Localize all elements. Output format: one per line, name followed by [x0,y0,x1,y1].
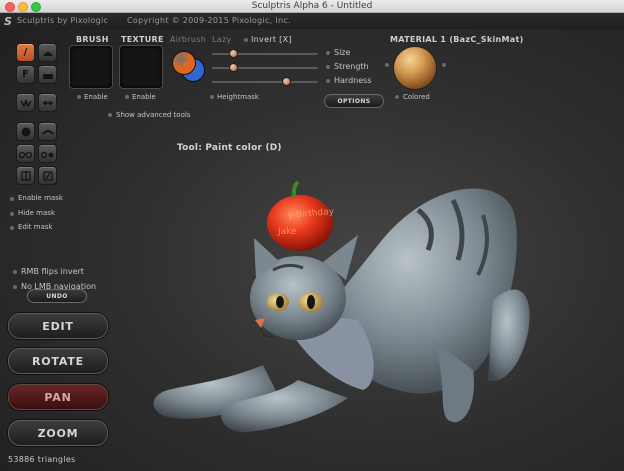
tool-scale-button[interactable] [16,144,35,163]
tool-draw-button[interactable] [38,166,57,185]
hide-mask-toggle[interactable] [9,211,15,217]
material-preview-sphere[interactable] [393,46,437,90]
size-slider-track [212,53,318,55]
sculptris-window: Sculptris Alpha 6 - Untitled S Sculptris… [0,0,624,471]
edit-mask-toggle[interactable] [9,225,15,231]
tool-paint-button[interactable]: / [16,43,35,62]
fill-icon [42,73,53,79]
window-title: Sculptris Alpha 6 - Untitled [251,1,373,11]
title-bar: Sculptris Alpha 6 - Untitled [0,0,624,13]
size-dot [325,50,331,56]
pinch-icon [42,100,53,105]
brush-well[interactable] [69,45,113,89]
tool-symmetry-button[interactable] [16,166,35,185]
airbrush-option[interactable]: Airbrush [170,35,206,44]
colored-toggle[interactable] [394,94,400,100]
heightmask-label: Heightmask [217,93,259,101]
tool-pinch-button[interactable] [38,93,57,112]
flatten-icon: F [22,69,29,80]
show-advanced-toggle[interactable] [107,112,113,118]
brush-icon: / [23,47,28,58]
strength-dot [325,64,331,70]
rotate-tool-icon [41,151,54,158]
draw-icon [42,170,53,181]
symmetry-icon [20,170,31,181]
texture-well[interactable] [119,45,163,89]
tool-rotate-button[interactable] [38,144,57,163]
cat-tail [488,289,530,382]
hardness-dot [325,78,331,84]
invert-toggle[interactable] [243,37,249,43]
invert-label: Invert [X] [251,35,292,44]
hardness-label: Hardness [334,76,372,85]
bump-icon [42,51,53,56]
enable-texture-toggle[interactable] [124,94,130,100]
show-advanced-label: Show advanced tools [116,111,191,119]
scale-icon [19,151,32,158]
enable-brush-toggle[interactable] [76,94,82,100]
material-next-dot[interactable] [441,62,447,68]
primary-color-swatch[interactable] [172,51,196,75]
hide-mask-label: Hide mask [18,209,55,217]
edit-mode-button[interactable]: EDIT [8,313,108,339]
strength-slider-knob[interactable] [229,63,239,72]
tool-grab-button[interactable] [38,122,57,141]
smooth-icon [21,127,30,136]
enable-mask-label: Enable mask [18,194,63,202]
crease-icon [19,98,32,108]
app-name: Sculptris by Pixologic [17,16,109,25]
heightmask-toggle[interactable] [209,94,215,100]
lazy-option[interactable]: Lazy [212,35,232,44]
rmb-flips-label: RMB flips invert [21,267,84,276]
strength-label: Strength [334,62,369,71]
apple-hat [267,195,333,251]
tool-smooth-button[interactable] [16,122,35,141]
tool-crease-button[interactable] [16,93,35,112]
enable-brush-label: Enable [84,93,108,101]
size-label: Size [334,48,351,57]
enable-mask-toggle[interactable] [9,196,15,202]
tool-bump-button[interactable] [38,43,57,62]
hardness-slider-knob[interactable] [282,77,292,86]
sculptris-logo: S [4,15,12,28]
texture-label: TEXTURE [121,35,164,44]
brush-label: BRUSH [76,35,109,44]
edit-mask-label: Edit mask [18,223,53,231]
triangle-count: 53886 triangles [8,455,76,464]
no-lmb-toggle[interactable] [12,284,18,290]
rmb-flips-toggle[interactable] [12,269,18,275]
grab-icon [41,129,54,135]
pan-mode-button[interactable]: PAN [8,384,108,410]
sculpt-viewport[interactable]: y Birthday Jake [128,150,598,460]
strength-slider-track [212,67,318,69]
material-prev-dot[interactable] [384,62,390,68]
enable-texture-label: Enable [132,93,156,101]
size-slider-knob[interactable] [229,49,239,58]
undo-button[interactable]: UNDO [27,289,87,303]
colored-label: Colored [403,93,430,101]
svg-text:Jake: Jake [277,227,297,237]
material-label: MATERIAL 1 (BazC_SkinMat) [390,35,524,44]
tool-fill-button[interactable] [38,65,57,84]
rotate-mode-button[interactable]: ROTATE [8,348,108,374]
options-button[interactable]: OPTIONS [324,94,384,108]
zoom-mode-button[interactable]: ZOOM [8,420,108,446]
hardness-slider-track [212,81,318,83]
app-copyright: Copyright © 2009-2015 Pixologic, Inc. [127,16,291,25]
app-header: S Sculptris by Pixologic Copyright © 200… [0,13,624,29]
tool-flatten-button[interactable]: F [16,65,35,84]
